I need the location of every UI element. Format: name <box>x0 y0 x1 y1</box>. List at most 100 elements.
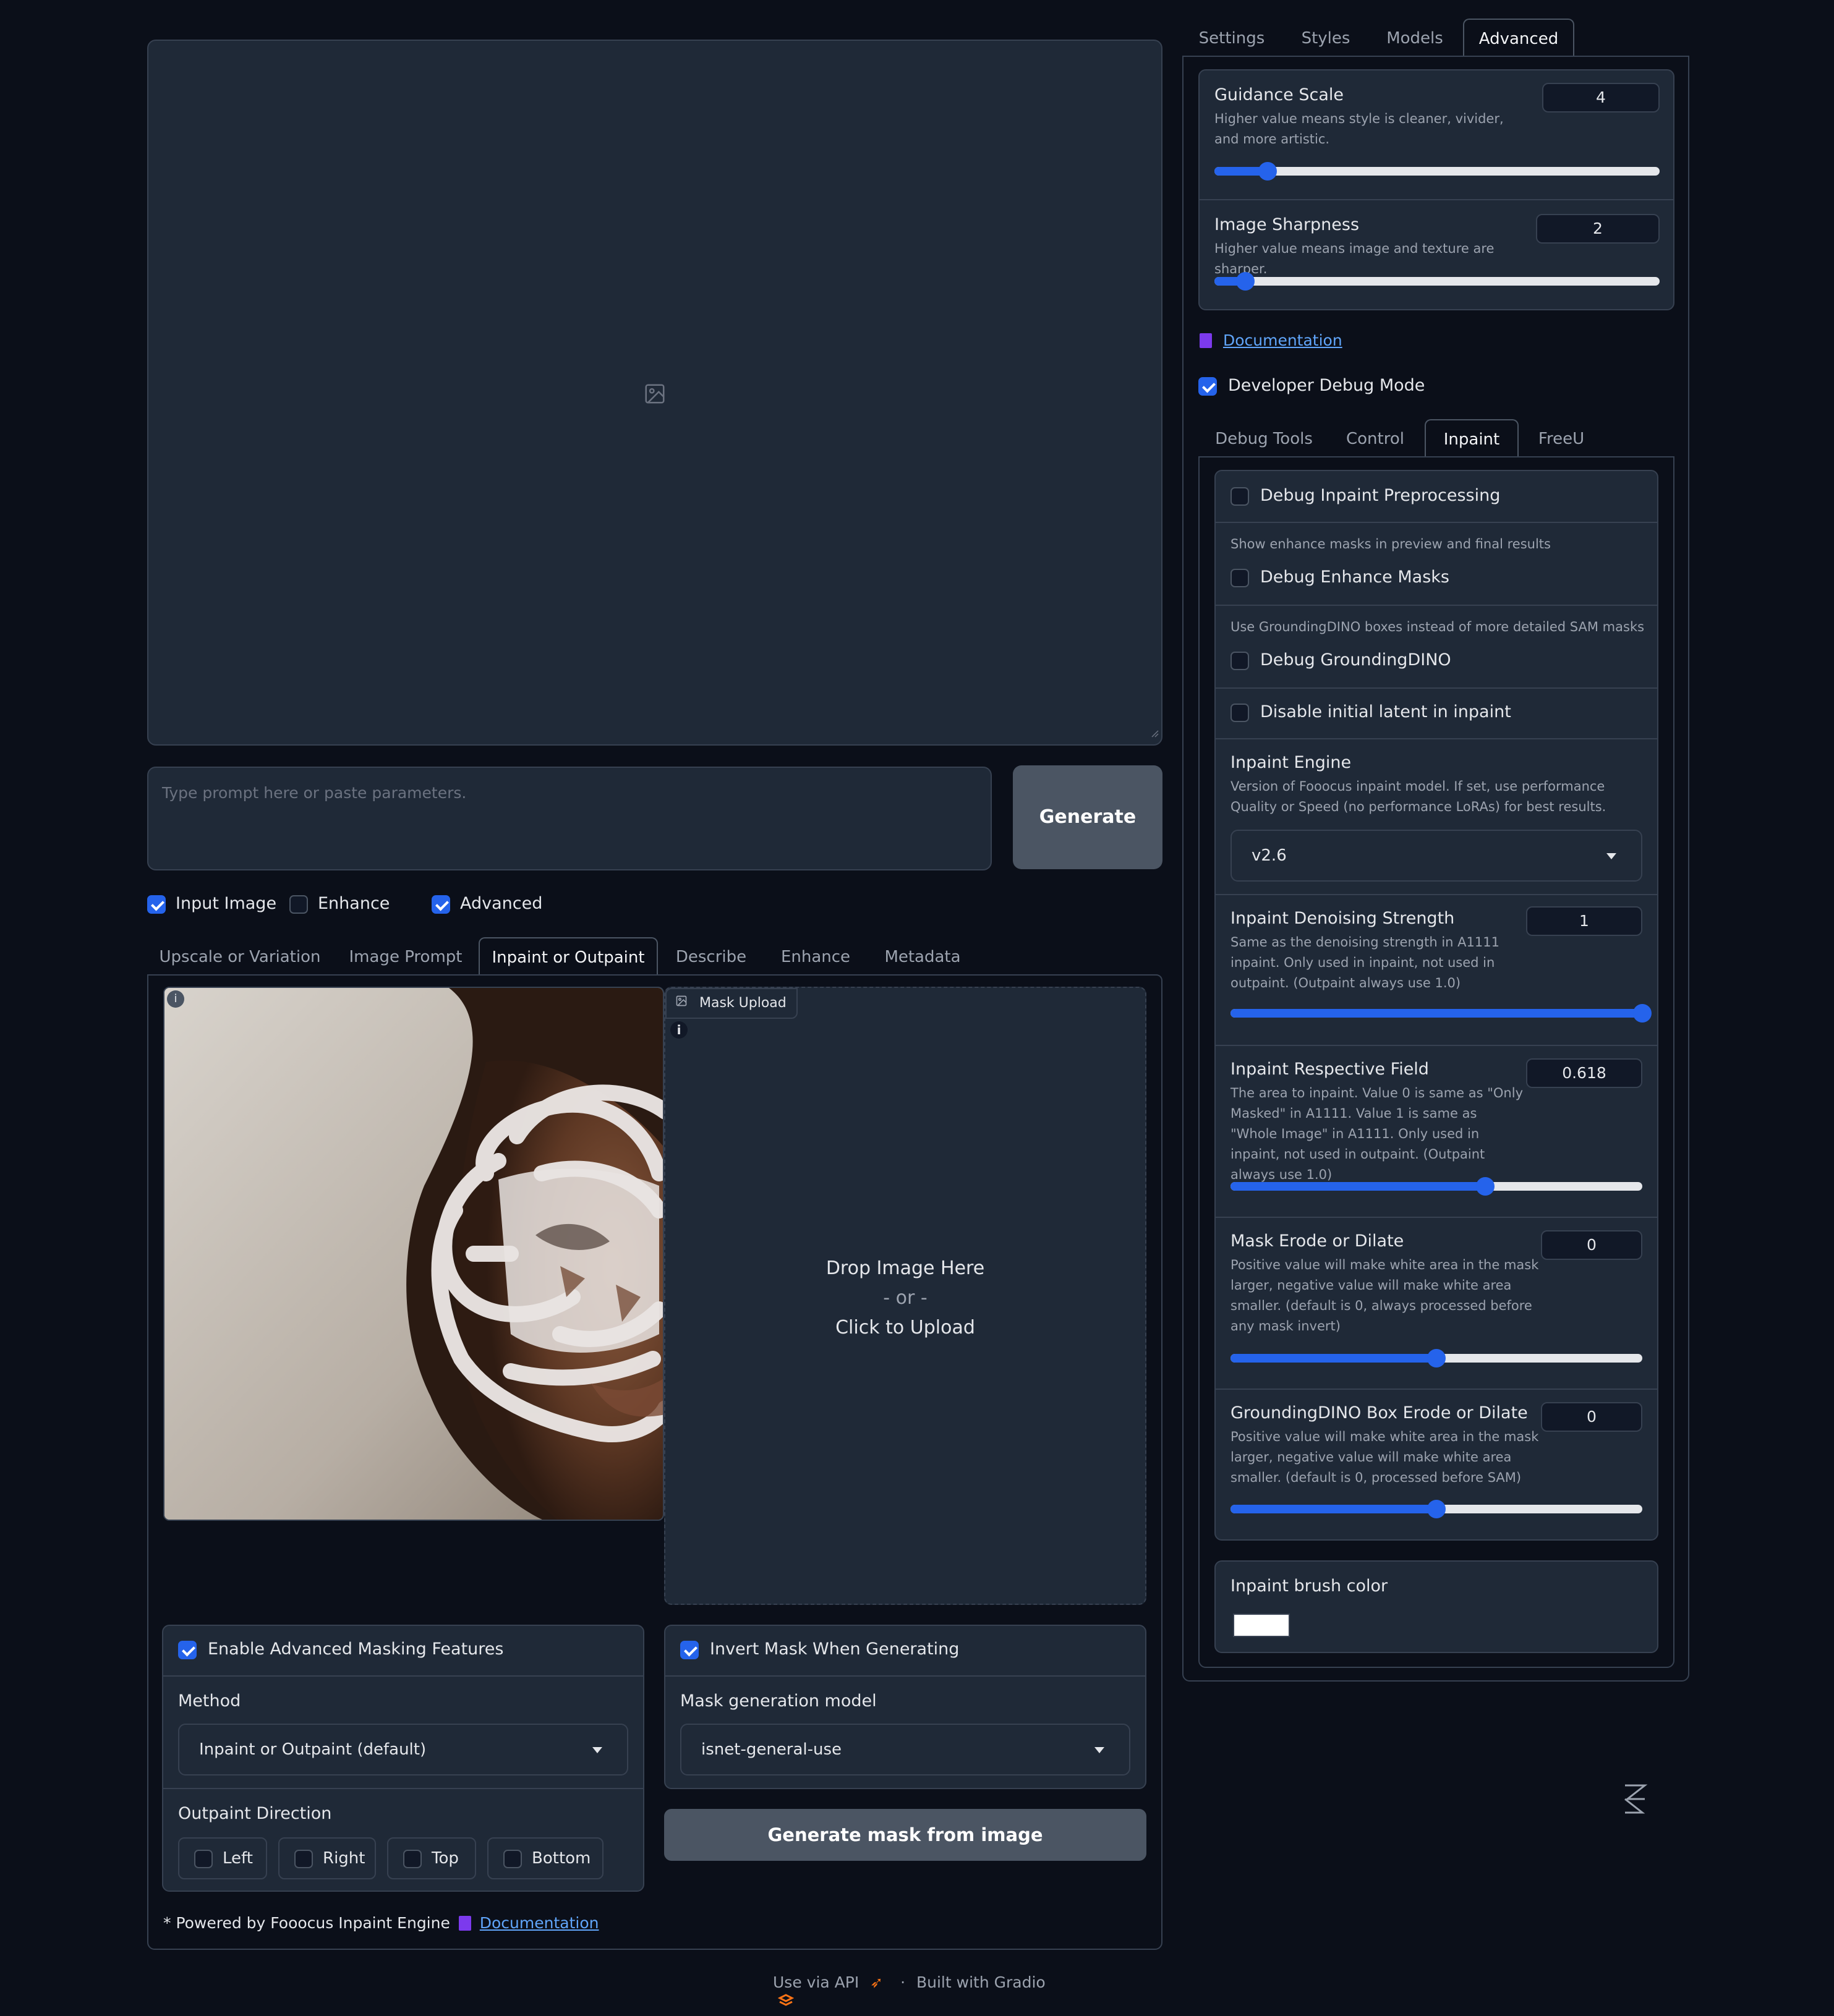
erode-dilate-input[interactable]: 0 <box>1541 1230 1642 1260</box>
direction-left-label: Left <box>223 1849 253 1868</box>
tab-describe[interactable]: Describe <box>665 940 757 974</box>
denoising-thumb[interactable] <box>1633 1004 1652 1023</box>
powered-by-line: * Powered by Fooocus Inpaint Engine Docu… <box>163 1914 599 1932</box>
tab-advanced[interactable]: Advanced <box>1463 19 1574 57</box>
respective-field-input[interactable]: 0.618 <box>1526 1058 1642 1088</box>
inpaint-documentation-link[interactable]: Documentation <box>480 1914 599 1932</box>
tab-styles[interactable]: Styles <box>1284 21 1368 56</box>
denoising-info: Same as the denoising strength in A1111 … <box>1230 935 1499 990</box>
erode-dilate-info: Positive value will make white area in t… <box>1230 1257 1539 1333</box>
tab-settings[interactable]: Settings <box>1185 21 1279 56</box>
direction-top-label: Top <box>432 1849 459 1868</box>
erode-dilate-slider[interactable] <box>1230 1349 1642 1367</box>
tab-freeu[interactable]: FreeU <box>1527 422 1595 456</box>
enhance-check[interactable] <box>289 895 308 914</box>
direction-bottom[interactable]: Bottom <box>487 1837 604 1879</box>
tab-metadata[interactable]: Metadata <box>874 940 971 974</box>
enable-advanced-masking-label: Enable Advanced Masking Features <box>208 1640 504 1659</box>
denoising-input[interactable]: 1 <box>1526 906 1642 936</box>
respective-field-slider[interactable] <box>1230 1177 1642 1196</box>
invert-mask-check[interactable] <box>680 1641 699 1659</box>
advanced-check[interactable] <box>432 895 450 914</box>
guidance-scale-thumb[interactable] <box>1258 162 1277 181</box>
generate-mask-label: Generate mask from image <box>767 1824 1043 1845</box>
direction-bottom-check[interactable] <box>503 1850 522 1868</box>
debug-enhance-masks-label: Debug Enhance Masks <box>1260 568 1449 587</box>
grounding-erode-fill <box>1230 1505 1436 1513</box>
denoising-slider[interactable] <box>1230 1004 1652 1023</box>
mask-upload-title: Mask Upload <box>699 995 787 1011</box>
method-dropdown[interactable]: Inpaint or Outpaint (default) <box>178 1724 628 1776</box>
inpaint-canvas[interactable]: i <box>163 987 664 1521</box>
tab-image-prompt[interactable]: Image Prompt <box>338 940 474 974</box>
tab-upscale-variation[interactable]: Upscale or Variation <box>147 940 333 974</box>
grounding-erode-thumb[interactable] <box>1427 1500 1446 1518</box>
debug-enhance-masks-check[interactable] <box>1230 569 1249 587</box>
image-sharpness-thumb[interactable] <box>1236 272 1255 291</box>
tab-models[interactable]: Models <box>1373 21 1457 56</box>
disable-latent-check[interactable] <box>1230 704 1249 722</box>
guidance-scale-info: Higher value means style is cleaner, viv… <box>1214 111 1504 147</box>
chevron-down-icon <box>592 1747 602 1753</box>
enhance-checkbox[interactable]: Enhance <box>289 894 401 915</box>
advanced-documentation-link[interactable]: Documentation <box>1223 331 1342 349</box>
mask-model-label: Mask generation model <box>680 1691 877 1711</box>
powered-by-text: * Powered by Fooocus Inpaint Engine <box>163 1914 450 1932</box>
resize-handle-icon[interactable] <box>1150 723 1159 742</box>
direction-left[interactable]: Left <box>178 1837 267 1879</box>
guidance-sharpness-block: Guidance Scale 4 Higher value means styl… <box>1198 69 1674 310</box>
denoising-fill <box>1230 1009 1642 1018</box>
invert-mask-label: Invert Mask When Generating <box>710 1640 960 1659</box>
footer: Use via API ➶ · Built with Gradio <box>773 1973 1070 2012</box>
tab-inpaint-outpaint[interactable]: Inpaint or Outpaint <box>479 937 658 976</box>
erode-dilate-thumb[interactable] <box>1427 1349 1446 1367</box>
enable-advanced-masking-check[interactable] <box>178 1641 197 1659</box>
inpaint-engine-dropdown[interactable]: v2.6 <box>1230 830 1642 882</box>
guidance-scale-slider[interactable] <box>1214 162 1660 181</box>
method-value: Inpaint or Outpaint (default) <box>199 1740 427 1759</box>
respective-field-thumb[interactable] <box>1475 1177 1495 1196</box>
input-image-check[interactable] <box>147 895 166 914</box>
tab-debug-tools[interactable]: Debug Tools <box>1208 422 1320 456</box>
direction-top[interactable]: Top <box>387 1837 476 1879</box>
image-sharpness-input[interactable]: 2 <box>1536 214 1660 244</box>
grounding-erode-slider[interactable] <box>1230 1500 1642 1518</box>
direction-right[interactable]: Right <box>278 1837 376 1879</box>
tab-inpaint[interactable]: Inpaint <box>1425 419 1519 457</box>
mask-upload-dropzone[interactable]: Mask Upload i Drop Image Here - or - Cli… <box>664 987 1146 1605</box>
debug-inpaint-preprocessing-check[interactable] <box>1230 487 1249 506</box>
developer-debug-check[interactable] <box>1198 377 1217 396</box>
input-image-checkbox[interactable]: Input Image <box>147 894 283 915</box>
use-via-api-link[interactable]: Use via API <box>773 1973 859 1991</box>
click-upload-text: Click to Upload <box>835 1317 975 1338</box>
image-sharpness-slider[interactable] <box>1214 272 1660 291</box>
debug-grounding-check[interactable] <box>1230 652 1249 670</box>
inpaint-engine-label: Inpaint Engine <box>1230 753 1352 772</box>
direction-right-check[interactable] <box>294 1850 313 1868</box>
built-with-gradio-link[interactable]: Built with Gradio <box>916 1973 1046 1991</box>
mask-info-icon[interactable]: i <box>670 1021 688 1039</box>
image-sharpness-label: Image Sharpness <box>1214 215 1360 234</box>
mask-upload-image-icon <box>675 989 688 1018</box>
tab-enhance[interactable]: Enhance <box>770 940 861 974</box>
book-icon <box>1200 333 1212 348</box>
developer-debug-checkbox[interactable]: Developer Debug Mode <box>1198 376 1446 398</box>
prompt-input[interactable]: Type prompt here or paste parameters. <box>147 767 992 870</box>
guidance-scale-input[interactable]: 4 <box>1542 83 1660 113</box>
respective-field-info: The area to inpaint. Value 0 is same as … <box>1230 1086 1524 1182</box>
direction-top-check[interactable] <box>403 1850 422 1868</box>
output-gallery <box>147 40 1162 746</box>
brush-color-swatch[interactable] <box>1233 1614 1290 1637</box>
tab-control[interactable]: Control <box>1328 422 1422 456</box>
canvas-info-icon[interactable]: i <box>167 990 184 1008</box>
generate-button[interactable]: Generate <box>1013 765 1162 869</box>
mask-model-value: isnet-general-use <box>701 1740 842 1759</box>
generate-mask-button[interactable]: Generate mask from image <box>664 1809 1146 1861</box>
gradio-logo-icon <box>777 1993 795 2012</box>
mask-model-dropdown[interactable]: isnet-general-use <box>680 1724 1130 1776</box>
advanced-checkbox[interactable]: Advanced <box>432 894 555 915</box>
debug-grounding-label: Debug GroundingDINO <box>1260 650 1451 670</box>
direction-left-check[interactable] <box>194 1850 213 1868</box>
drop-image-text: Drop Image Here <box>825 1257 985 1279</box>
grounding-erode-input[interactable]: 0 <box>1541 1402 1642 1432</box>
